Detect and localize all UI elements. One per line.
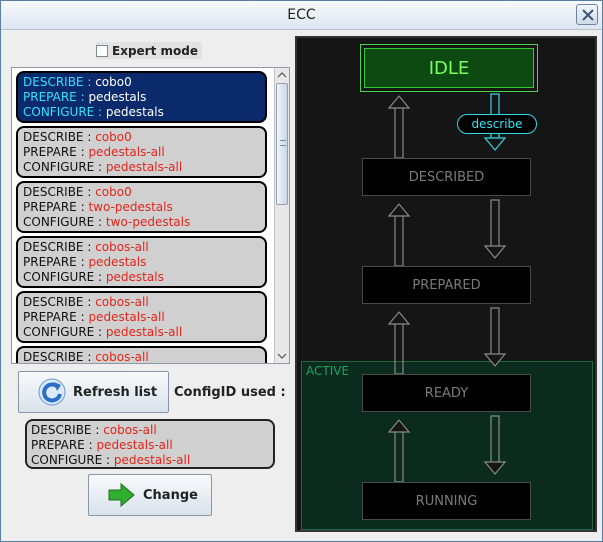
unconfigure-arrow bbox=[387, 311, 411, 375]
config-key: CONFIGURE : bbox=[23, 325, 106, 339]
config-row: PREPARE : pedestals-all bbox=[23, 145, 265, 160]
idle-label: IDLE bbox=[364, 48, 534, 88]
config-value: pedestals bbox=[105, 270, 164, 284]
state-running[interactable]: RUNNING bbox=[362, 482, 531, 520]
config-value: cobos-all bbox=[95, 295, 149, 309]
config-value: pedestals bbox=[88, 255, 147, 269]
config-row: CONFIGURE : pedestals-all bbox=[23, 325, 265, 340]
config-row: PREPARE : pedestals bbox=[23, 255, 265, 270]
state-ready[interactable]: READY bbox=[362, 374, 531, 412]
config-list: DESCRIBE : cobo0 PREPARE : pedestals CONFI… bbox=[11, 67, 290, 364]
list-scrollbar[interactable] bbox=[274, 68, 289, 363]
state-idle[interactable]: IDLE bbox=[360, 44, 538, 92]
config-list-items: DESCRIBE : cobo0 PREPARE : pedestals CONFI… bbox=[16, 71, 273, 364]
state-prepared[interactable]: PREPARED bbox=[362, 266, 531, 304]
close-button[interactable] bbox=[576, 4, 598, 25]
configure-arrow bbox=[483, 307, 507, 367]
config-row: CONFIGURE : pedestals bbox=[23, 105, 265, 120]
expert-mode-label: Expert mode bbox=[112, 43, 198, 58]
config-used-card: DESCRIBE : cobos-all PREPARE : pedestals… bbox=[25, 419, 275, 469]
stop-arrow bbox=[387, 419, 411, 483]
config-key: CONFIGURE : bbox=[23, 105, 106, 119]
config-value: pedestals-all bbox=[88, 310, 165, 324]
describe-transition-button[interactable]: describe bbox=[457, 114, 537, 134]
expert-mode-checkbox[interactable]: Expert mode bbox=[96, 42, 202, 59]
config-list-item[interactable]: DESCRIBE : cobo0 PREPARE : pedestals-all C… bbox=[16, 126, 267, 178]
close-icon bbox=[582, 9, 594, 21]
refresh-icon bbox=[38, 378, 66, 406]
config-value: pedestals bbox=[88, 90, 147, 104]
config-key: DESCRIBE : bbox=[23, 350, 96, 364]
config-row: DESCRIBE : cobo0 bbox=[23, 130, 265, 145]
config-value: cobo0 bbox=[95, 130, 132, 144]
config-key: PREPARE : bbox=[23, 310, 89, 324]
config-value: cobo0 bbox=[95, 75, 132, 89]
config-row: CONFIGURE : pedestals-all bbox=[23, 160, 265, 175]
config-row: DESCRIBE : cobo0 bbox=[23, 75, 265, 90]
config-key: DESCRIBE : bbox=[23, 130, 96, 144]
config-value: two-pedestals bbox=[105, 215, 191, 229]
config-row: PREPARE : pedestals bbox=[23, 90, 265, 105]
ecc-window: ECC Expert mode DESCRIBE : cobo0 PREPARE … bbox=[0, 0, 603, 542]
config-value: pedestals bbox=[105, 105, 164, 119]
config-value: cobo0 bbox=[95, 185, 132, 199]
used-configure-row: CONFIGURE : pedestals-all bbox=[31, 453, 191, 467]
config-row: CONFIGURE : two-pedestals bbox=[23, 215, 265, 230]
config-value: pedestals-all bbox=[105, 160, 183, 174]
scrollbar-thumb[interactable] bbox=[276, 83, 288, 205]
config-key: PREPARE : bbox=[23, 90, 89, 104]
arrow-right-icon bbox=[108, 482, 135, 508]
change-button[interactable]: Change bbox=[88, 474, 212, 516]
config-list-item[interactable]: DESCRIBE : cobo0 PREPARE : pedestals CONFI… bbox=[16, 71, 267, 123]
config-key: PREPARE : bbox=[23, 255, 89, 269]
config-row: PREPARE : pedestals-all bbox=[23, 310, 265, 325]
used-prepare-row: PREPARE : pedestals-all bbox=[31, 438, 173, 452]
config-list-item[interactable]: DESCRIBE : cobos-all PREPARE : pedestals-… bbox=[16, 291, 267, 343]
config-key: DESCRIBE : bbox=[23, 240, 96, 254]
config-key: DESCRIBE : bbox=[23, 185, 96, 199]
used-describe-row: DESCRIBE : cobos-all bbox=[31, 423, 157, 437]
config-value: cobos-all bbox=[95, 240, 149, 254]
config-key: CONFIGURE : bbox=[23, 160, 106, 174]
config-row: PREPARE : two-pedestals bbox=[23, 200, 265, 215]
config-list-item[interactable]: DESCRIBE : cobo0 PREPARE : two-pedestals C… bbox=[16, 181, 267, 233]
start-arrow bbox=[483, 415, 507, 475]
checkbox-box[interactable] bbox=[96, 44, 108, 57]
config-row: DESCRIBE : cobos-all bbox=[23, 295, 265, 310]
config-key: PREPARE : bbox=[23, 145, 89, 159]
unprepare-arrow bbox=[387, 203, 411, 267]
config-key: DESCRIBE : bbox=[23, 295, 96, 309]
config-value: pedestals-all bbox=[105, 325, 183, 339]
config-list-item[interactable]: DESCRIBE : cobos-allPREPARE : CONFIGURE … bbox=[16, 346, 267, 364]
config-value: two-pedestals bbox=[88, 200, 173, 214]
config-value: pedestals-all bbox=[88, 145, 165, 159]
prepare-arrow bbox=[483, 199, 507, 259]
config-id-used-label: ConfigID used : bbox=[174, 385, 286, 400]
undescribe-arrow bbox=[387, 95, 411, 159]
config-key: CONFIGURE : bbox=[23, 215, 106, 229]
config-key: PREPARE : bbox=[23, 200, 89, 214]
state-machine-panel: ACTIVE IDLE describe DESCRIBED PREPARED … bbox=[295, 36, 597, 532]
state-described[interactable]: DESCRIBED bbox=[362, 158, 531, 196]
change-label: Change bbox=[143, 487, 198, 503]
scroll-down-icon[interactable] bbox=[275, 349, 289, 363]
window-title: ECC bbox=[287, 7, 316, 23]
config-row: CONFIGURE : pedestals bbox=[23, 270, 265, 285]
config-value: cobos-all bbox=[95, 350, 149, 364]
config-row: DESCRIBE : cobos-all bbox=[23, 350, 265, 364]
config-row: DESCRIBE : cobos-all bbox=[23, 240, 265, 255]
config-list-item[interactable]: DESCRIBE : cobos-all PREPARE : pedestals C… bbox=[16, 236, 267, 288]
config-key: DESCRIBE : bbox=[23, 75, 96, 89]
refresh-list-button[interactable]: Refresh list bbox=[18, 371, 169, 413]
scroll-up-icon[interactable] bbox=[275, 68, 289, 82]
title-bar: ECC bbox=[1, 1, 602, 30]
refresh-list-label: Refresh list bbox=[73, 384, 158, 400]
config-key: CONFIGURE : bbox=[23, 270, 106, 284]
config-row: DESCRIBE : cobo0 bbox=[23, 185, 265, 200]
